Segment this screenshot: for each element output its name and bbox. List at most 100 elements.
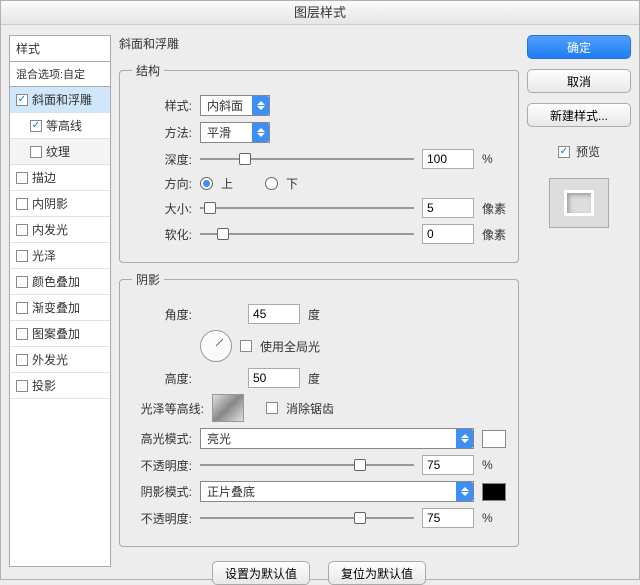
style-checkbox[interactable] xyxy=(16,354,28,366)
direction-up-radio[interactable] xyxy=(200,177,213,190)
style-checkbox[interactable] xyxy=(30,120,42,132)
highlight-opacity-input[interactable] xyxy=(422,455,474,475)
style-item-label: 描边 xyxy=(32,169,56,186)
style-select[interactable]: 内斜面 xyxy=(200,95,270,116)
style-checkbox[interactable] xyxy=(16,328,28,340)
style-item-label: 内阴影 xyxy=(32,195,68,212)
dialog-window: 图层样式 样式 混合选项:自定 斜面和浮雕等高线纹理描边内阴影内发光光泽颜色叠加… xyxy=(0,0,640,580)
highlight-opacity-slider[interactable] xyxy=(200,457,414,473)
direction-down-radio[interactable] xyxy=(265,177,278,190)
shadow-opacity-unit: % xyxy=(482,511,506,525)
ok-button[interactable]: 确定 xyxy=(527,35,631,59)
depth-input[interactable] xyxy=(422,149,474,169)
style-item-label: 渐变叠加 xyxy=(32,299,80,316)
technique-select[interactable]: 平滑 xyxy=(200,122,270,143)
styles-header: 样式 xyxy=(9,35,111,62)
style-item-1[interactable]: 等高线 xyxy=(10,113,110,139)
altitude-unit: 度 xyxy=(308,370,332,387)
highlight-opacity-label: 不透明度: xyxy=(132,457,192,474)
style-item-label: 投影 xyxy=(32,377,56,394)
style-checkbox[interactable] xyxy=(16,302,28,314)
style-item-7[interactable]: 颜色叠加 xyxy=(10,269,110,295)
shadow-opacity-slider[interactable] xyxy=(200,510,414,526)
antialias-checkbox[interactable] xyxy=(266,402,278,414)
style-item-11[interactable]: 投影 xyxy=(10,373,110,399)
style-item-9[interactable]: 图案叠加 xyxy=(10,321,110,347)
technique-label: 方法: xyxy=(132,124,192,141)
depth-label: 深度: xyxy=(132,151,192,168)
shadow-opacity-label: 不透明度: xyxy=(132,510,192,527)
highlight-mode-label: 高光模式: xyxy=(132,430,192,447)
gloss-contour-label: 光泽等高线: xyxy=(132,400,204,417)
chevron-updown-icon xyxy=(252,123,269,142)
angle-unit: 度 xyxy=(308,306,332,323)
cancel-button[interactable]: 取消 xyxy=(527,69,631,93)
style-item-3[interactable]: 描边 xyxy=(10,165,110,191)
style-item-10[interactable]: 外发光 xyxy=(10,347,110,373)
preview-checkbox[interactable] xyxy=(558,146,570,158)
style-item-4[interactable]: 内阴影 xyxy=(10,191,110,217)
depth-slider[interactable] xyxy=(200,151,414,167)
style-checkbox[interactable] xyxy=(16,224,28,236)
style-item-2[interactable]: 纹理 xyxy=(10,139,110,165)
chevron-updown-icon xyxy=(456,429,473,448)
shadow-color-swatch[interactable] xyxy=(482,483,506,501)
preview-thumbnail xyxy=(549,178,609,228)
style-checkbox[interactable] xyxy=(16,198,28,210)
style-item-label: 等高线 xyxy=(46,117,82,134)
style-item-8[interactable]: 渐变叠加 xyxy=(10,295,110,321)
new-style-button[interactable]: 新建样式... xyxy=(527,103,631,127)
size-input[interactable] xyxy=(422,198,474,218)
highlight-opacity-unit: % xyxy=(482,458,506,472)
soften-slider[interactable] xyxy=(200,226,414,242)
style-item-label: 斜面和浮雕 xyxy=(32,91,92,108)
style-label: 样式: xyxy=(132,97,192,114)
chevron-updown-icon xyxy=(252,96,269,115)
style-checkbox[interactable] xyxy=(16,380,28,392)
style-item-label: 颜色叠加 xyxy=(32,273,80,290)
antialias-label: 消除锯齿 xyxy=(286,400,334,417)
angle-input[interactable] xyxy=(248,304,300,324)
highlight-color-swatch[interactable] xyxy=(482,430,506,448)
gloss-contour-picker[interactable] xyxy=(212,394,244,422)
settings-panel: 斜面和浮雕 结构 样式: 内斜面 方法: 平滑 深度: % xyxy=(119,35,519,571)
global-light-label: 使用全局光 xyxy=(260,338,320,355)
angle-label: 角度: xyxy=(132,306,192,323)
style-checkbox[interactable] xyxy=(16,172,28,184)
style-item-5[interactable]: 内发光 xyxy=(10,217,110,243)
style-item-label: 外发光 xyxy=(32,351,68,368)
shadow-mode-label: 阴影模式: xyxy=(132,483,192,500)
window-title: 图层样式 xyxy=(294,5,346,20)
soften-input[interactable] xyxy=(422,224,474,244)
direction-up-label: 上 xyxy=(221,175,233,192)
style-item-label: 光泽 xyxy=(32,247,56,264)
reset-default-button[interactable]: 复位为默认值 xyxy=(328,561,426,585)
style-item-label: 图案叠加 xyxy=(32,325,80,342)
direction-label: 方向: xyxy=(132,175,192,192)
title-bar: 图层样式 xyxy=(1,1,639,25)
panel-title: 斜面和浮雕 xyxy=(119,35,519,52)
right-buttons: 确定 取消 新建样式... 预览 xyxy=(527,35,631,571)
preview-label: 预览 xyxy=(576,143,600,160)
highlight-mode-select[interactable]: 亮光 xyxy=(200,428,474,449)
global-light-checkbox[interactable] xyxy=(240,340,252,352)
style-checkbox[interactable] xyxy=(16,250,28,262)
shadow-mode-select[interactable]: 正片叠底 xyxy=(200,481,474,502)
style-checkbox[interactable] xyxy=(16,94,28,106)
size-slider[interactable] xyxy=(200,200,414,216)
soften-unit: 像素 xyxy=(482,226,506,243)
blend-options[interactable]: 混合选项:自定 xyxy=(9,62,111,87)
soften-label: 软化: xyxy=(132,226,192,243)
structure-legend: 结构 xyxy=(132,62,164,79)
style-item-0[interactable]: 斜面和浮雕 xyxy=(10,87,110,113)
style-item-label: 内发光 xyxy=(32,221,68,238)
shading-group: 阴影 角度: 度 使用全局光 高度: 度 xyxy=(119,271,519,547)
styles-sidebar: 样式 混合选项:自定 斜面和浮雕等高线纹理描边内阴影内发光光泽颜色叠加渐变叠加图… xyxy=(9,35,111,571)
make-default-button[interactable]: 设置为默认值 xyxy=(212,561,310,585)
style-checkbox[interactable] xyxy=(16,276,28,288)
shadow-opacity-input[interactable] xyxy=(422,508,474,528)
style-item-6[interactable]: 光泽 xyxy=(10,243,110,269)
altitude-input[interactable] xyxy=(248,368,300,388)
style-checkbox[interactable] xyxy=(30,146,42,158)
angle-wheel[interactable] xyxy=(200,330,232,362)
